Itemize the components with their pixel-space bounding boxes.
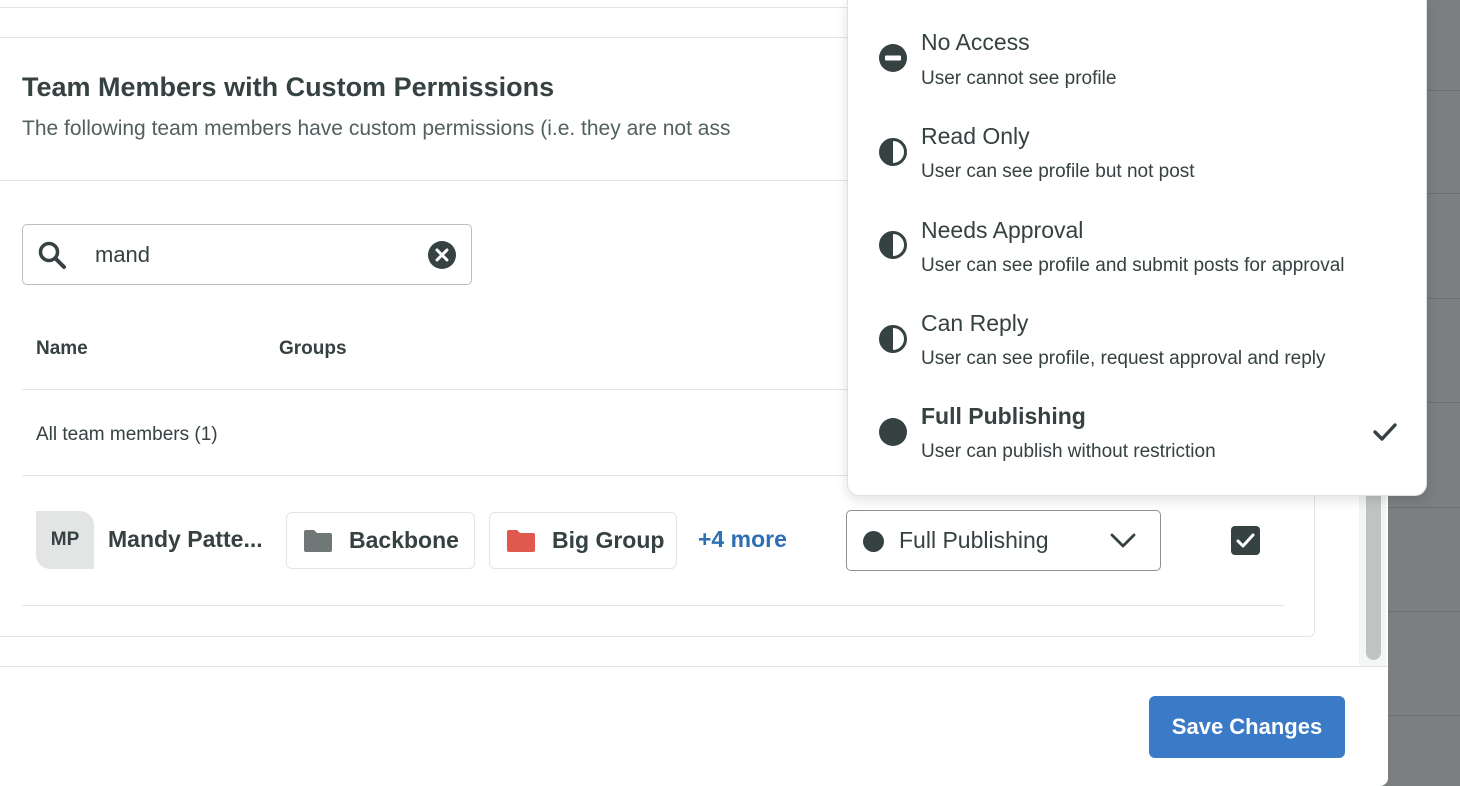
checkmark-icon	[1373, 423, 1397, 441]
search-icon	[38, 241, 66, 269]
option-title: Can Reply	[921, 310, 1029, 336]
column-header-groups[interactable]: Groups	[279, 338, 347, 360]
half-circle-icon	[879, 231, 907, 259]
permission-select[interactable]: Full Publishing	[846, 510, 1161, 571]
half-circle-icon	[879, 138, 907, 166]
permission-option-read-only[interactable]: Read Only User can see profile but not p…	[848, 114, 1426, 208]
group-chip-big-group[interactable]: Big Group	[489, 512, 677, 569]
option-description: User can publish without restriction	[921, 441, 1216, 462]
option-description: User can see profile, request approval a…	[921, 348, 1326, 369]
option-title: Full Publishing	[921, 403, 1086, 429]
half-circle-icon	[879, 325, 907, 353]
folder-icon	[507, 529, 535, 552]
full-circle-icon	[879, 418, 907, 446]
option-title: No Access	[921, 29, 1030, 55]
checkmark-icon	[1236, 533, 1255, 548]
permission-dropdown-menu: No Access User cannot see profile Read O…	[847, 0, 1427, 496]
permission-option-needs-approval[interactable]: Needs Approval User can see profile and …	[848, 208, 1426, 302]
section-subtitle: The following team members have custom p…	[22, 117, 731, 140]
permission-select-value: Full Publishing	[899, 527, 1049, 553]
option-title: Read Only	[921, 123, 1030, 149]
folder-icon	[304, 529, 332, 552]
all-members-label: All team members (1)	[36, 424, 218, 445]
search-input[interactable]	[95, 237, 415, 273]
save-changes-button[interactable]: Save Changes	[1149, 696, 1345, 758]
more-groups-link[interactable]: +4 more	[698, 526, 787, 553]
member-name: Mandy Patte...	[108, 526, 263, 552]
permission-option-full-publishing[interactable]: Full Publishing User can publish without…	[848, 396, 1426, 490]
permission-option-can-reply[interactable]: Can Reply User can see profile, request …	[848, 302, 1426, 396]
no-access-icon	[879, 44, 907, 72]
option-title: Needs Approval	[921, 217, 1084, 243]
column-header-name[interactable]: Name	[36, 338, 88, 360]
section-title: Team Members with Custom Permissions	[22, 72, 555, 102]
divider	[22, 605, 1284, 606]
option-description: User can see profile and submit posts fo…	[921, 255, 1345, 276]
member-checkbox[interactable]	[1231, 526, 1260, 555]
chevron-down-icon	[1110, 533, 1136, 548]
option-description: User cannot see profile	[921, 68, 1117, 89]
group-chip-backbone[interactable]: Backbone	[286, 512, 475, 569]
group-label: Backbone	[349, 527, 459, 553]
option-description: User can see profile but not post	[921, 161, 1195, 182]
avatar: MP	[36, 511, 94, 569]
group-label: Big Group	[552, 527, 665, 553]
permission-option-no-access[interactable]: No Access User cannot see profile	[848, 20, 1426, 114]
full-circle-icon	[863, 531, 884, 552]
search-field[interactable]	[22, 224, 472, 285]
clear-search-icon[interactable]	[427, 240, 457, 270]
divider	[0, 666, 1388, 667]
